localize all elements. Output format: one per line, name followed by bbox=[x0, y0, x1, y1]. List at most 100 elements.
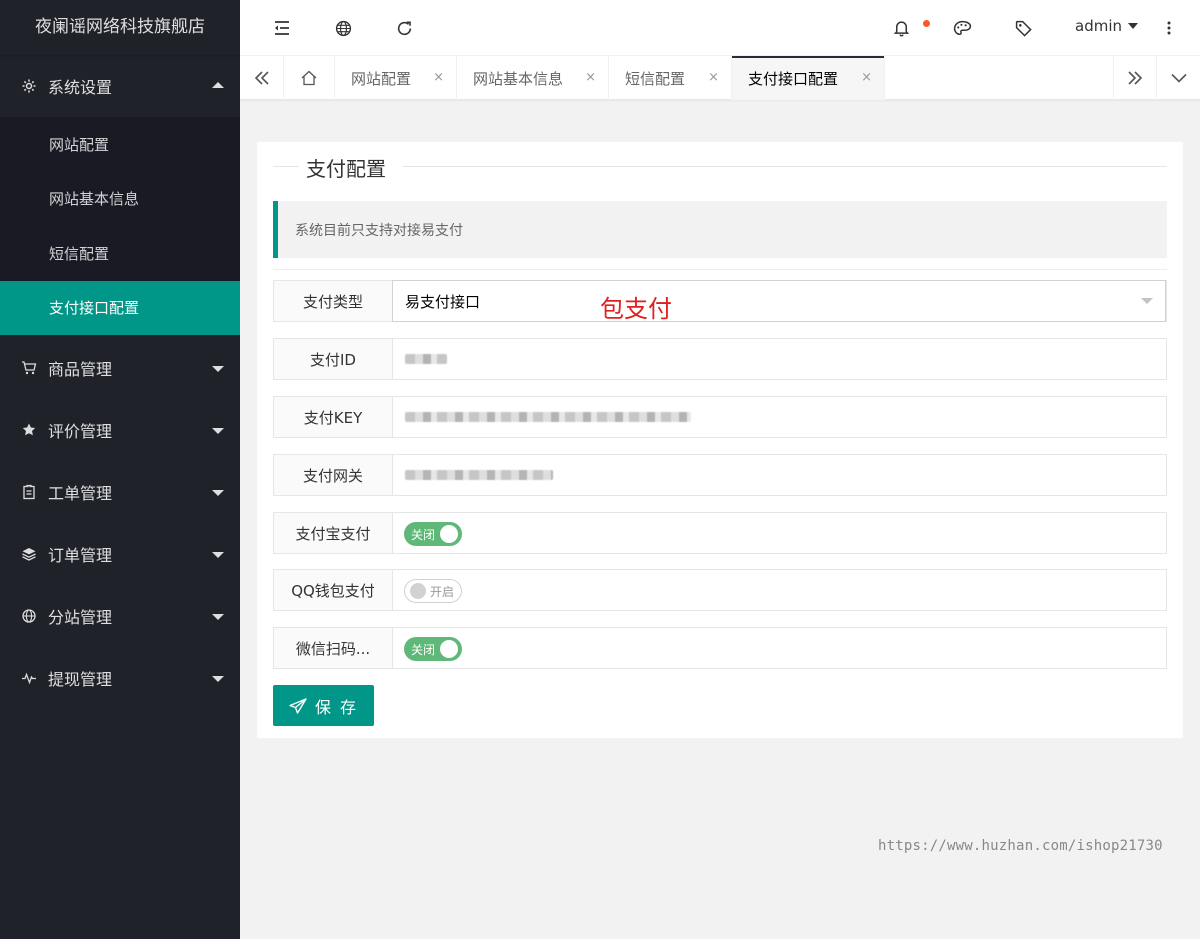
sidebar-item-reviews[interactable]: 评价管理 bbox=[0, 399, 240, 461]
sidebar-item-label: 订单管理 bbox=[48, 546, 113, 565]
user-menu[interactable]: admin bbox=[1075, 17, 1138, 35]
field-pay-gateway: 支付网关 bbox=[273, 454, 1167, 496]
brand-title: 夜阑谣网络科技旗舰店 bbox=[0, 0, 240, 55]
tab-sms-config[interactable]: 短信配置 × bbox=[609, 56, 732, 100]
wxpay-toggle[interactable]: 关闭 bbox=[404, 637, 462, 661]
home-tab-icon[interactable] bbox=[284, 56, 335, 100]
close-icon[interactable]: × bbox=[861, 70, 872, 85]
close-icon[interactable]: × bbox=[585, 70, 596, 85]
sidebar-item-label: 系统设置 bbox=[48, 78, 113, 97]
field-qqpay: QQ钱包支付 开启 bbox=[273, 569, 1167, 611]
tab-dropdown-icon[interactable] bbox=[1157, 56, 1200, 100]
caret-down-icon bbox=[212, 490, 224, 496]
divider bbox=[273, 269, 1167, 270]
field-label: 支付KEY bbox=[274, 397, 393, 437]
legend-line-right bbox=[403, 166, 1167, 167]
menu-collapse-icon[interactable] bbox=[270, 16, 294, 40]
field-alipay: 支付宝支付 关闭 bbox=[273, 512, 1167, 554]
pay-type-select[interactable]: 易支付接口 bbox=[392, 280, 1166, 322]
top-header: admin bbox=[240, 0, 1200, 56]
caret-down-icon bbox=[212, 366, 224, 372]
sidebar-item-orders[interactable]: 订单管理 bbox=[0, 523, 240, 585]
field-label: 支付类型 bbox=[274, 281, 393, 321]
alipay-toggle[interactable]: 关闭 bbox=[404, 522, 462, 546]
field-label: 支付ID bbox=[274, 339, 393, 379]
caret-down-icon bbox=[212, 428, 224, 434]
bell-icon[interactable] bbox=[889, 16, 913, 40]
sidebar-subitem-site-config[interactable]: 网站配置 bbox=[0, 117, 240, 172]
field-label: QQ钱包支付 bbox=[274, 570, 393, 610]
field-pay-id: 支付ID bbox=[273, 338, 1167, 380]
sidebar-item-system-settings[interactable]: 系统设置 bbox=[0, 55, 240, 117]
palette-icon[interactable] bbox=[950, 16, 974, 40]
field-label: 微信扫码... bbox=[274, 628, 393, 668]
clipboard-icon bbox=[20, 483, 38, 501]
pulse-icon bbox=[20, 669, 38, 687]
red-annotation: 包支付 bbox=[600, 295, 672, 323]
switch-knob bbox=[440, 640, 458, 658]
sidebar-subitem-payment-config[interactable]: 支付接口配置 bbox=[0, 280, 240, 335]
close-icon[interactable]: × bbox=[708, 70, 719, 85]
tab-scroll-left-icon[interactable] bbox=[240, 56, 284, 100]
sidebar-item-products[interactable]: 商品管理 bbox=[0, 337, 240, 399]
caret-up-icon bbox=[212, 82, 224, 88]
select-value: 易支付接口 bbox=[405, 292, 481, 311]
qqpay-toggle[interactable]: 开启 bbox=[404, 579, 462, 603]
gear-icon bbox=[20, 77, 38, 95]
subnav-system-settings: 网站配置 网站基本信息 短信配置 支付接口配置 bbox=[0, 117, 240, 335]
tab-label: 支付接口配置 bbox=[748, 69, 839, 88]
sidebar-item-label: 提现管理 bbox=[48, 670, 113, 689]
field-pay-key: 支付KEY bbox=[273, 396, 1167, 438]
tag-icon[interactable] bbox=[1011, 16, 1035, 40]
tab-label: 网站基本信息 bbox=[473, 69, 564, 88]
cart-icon bbox=[20, 359, 38, 377]
sidebar-subitem-site-info[interactable]: 网站基本信息 bbox=[0, 172, 240, 227]
switch-text: 关闭 bbox=[411, 527, 436, 542]
tab-site-info[interactable]: 网站基本信息 × bbox=[457, 56, 609, 100]
tab-payment-config[interactable]: 支付接口配置 × bbox=[732, 56, 885, 100]
field-label: 支付网关 bbox=[274, 455, 393, 495]
watermark-text: https://www.huzhan.com/ishop21730 bbox=[878, 838, 1163, 854]
field-wxpay: 微信扫码... 关闭 bbox=[273, 627, 1167, 669]
close-icon[interactable]: × bbox=[433, 70, 444, 85]
tab-label: 网站配置 bbox=[351, 69, 412, 88]
redacted-value bbox=[405, 470, 553, 480]
pay-key-input[interactable] bbox=[405, 397, 691, 437]
field-pay-type: 支付类型 易支付接口 bbox=[273, 280, 1167, 322]
pay-id-input[interactable] bbox=[405, 339, 447, 379]
legend-line-left bbox=[273, 166, 299, 167]
caret-down-icon bbox=[1128, 23, 1138, 29]
caret-down-icon bbox=[212, 676, 224, 682]
card-title: 支付配置 bbox=[306, 153, 386, 182]
pay-gateway-input[interactable] bbox=[405, 455, 553, 495]
sidebar-item-tickets[interactable]: 工单管理 bbox=[0, 461, 240, 523]
globe-icon[interactable] bbox=[331, 16, 355, 40]
refresh-icon[interactable] bbox=[392, 16, 416, 40]
caret-down-icon bbox=[212, 552, 224, 558]
more-vertical-icon[interactable] bbox=[1157, 16, 1181, 40]
redacted-value bbox=[405, 354, 447, 364]
sidebar: 夜阑谣网络科技旗舰店 系统设置 网站配置 网站基本信息 短信配置 支付接口配置 … bbox=[0, 0, 240, 939]
sidebar-subitem-sms-config[interactable]: 短信配置 bbox=[0, 226, 240, 281]
sidebar-item-label: 工单管理 bbox=[48, 484, 113, 503]
notice-box: 系统目前只支持对接易支付 bbox=[273, 201, 1167, 258]
sidebar-item-label: 评价管理 bbox=[48, 422, 113, 441]
save-label: 保 存 bbox=[314, 697, 359, 717]
tab-scroll-right-icon[interactable] bbox=[1113, 56, 1157, 100]
payment-config-card: 支付配置 系统目前只支持对接易支付 支付类型 易支付接口 包支付 支付ID 支付… bbox=[257, 142, 1183, 738]
sidebar-item-substations[interactable]: 分站管理 bbox=[0, 585, 240, 647]
star-icon bbox=[20, 421, 38, 439]
caret-down-icon bbox=[212, 614, 224, 620]
sidebar-item-withdrawals[interactable]: 提现管理 bbox=[0, 647, 240, 709]
send-icon bbox=[289, 697, 307, 714]
layers-icon bbox=[20, 545, 38, 563]
tab-bar: 网站配置 × 网站基本信息 × 短信配置 × 支付接口配置 × bbox=[240, 56, 1200, 100]
switch-text: 开启 bbox=[430, 584, 455, 599]
field-label: 支付宝支付 bbox=[274, 513, 393, 553]
switch-knob bbox=[410, 583, 426, 599]
notification-dot bbox=[923, 20, 930, 27]
sidebar-item-label: 分站管理 bbox=[48, 608, 113, 627]
switch-knob bbox=[440, 525, 458, 543]
tab-site-config[interactable]: 网站配置 × bbox=[335, 56, 457, 100]
save-button[interactable]: 保 存 bbox=[273, 685, 374, 726]
